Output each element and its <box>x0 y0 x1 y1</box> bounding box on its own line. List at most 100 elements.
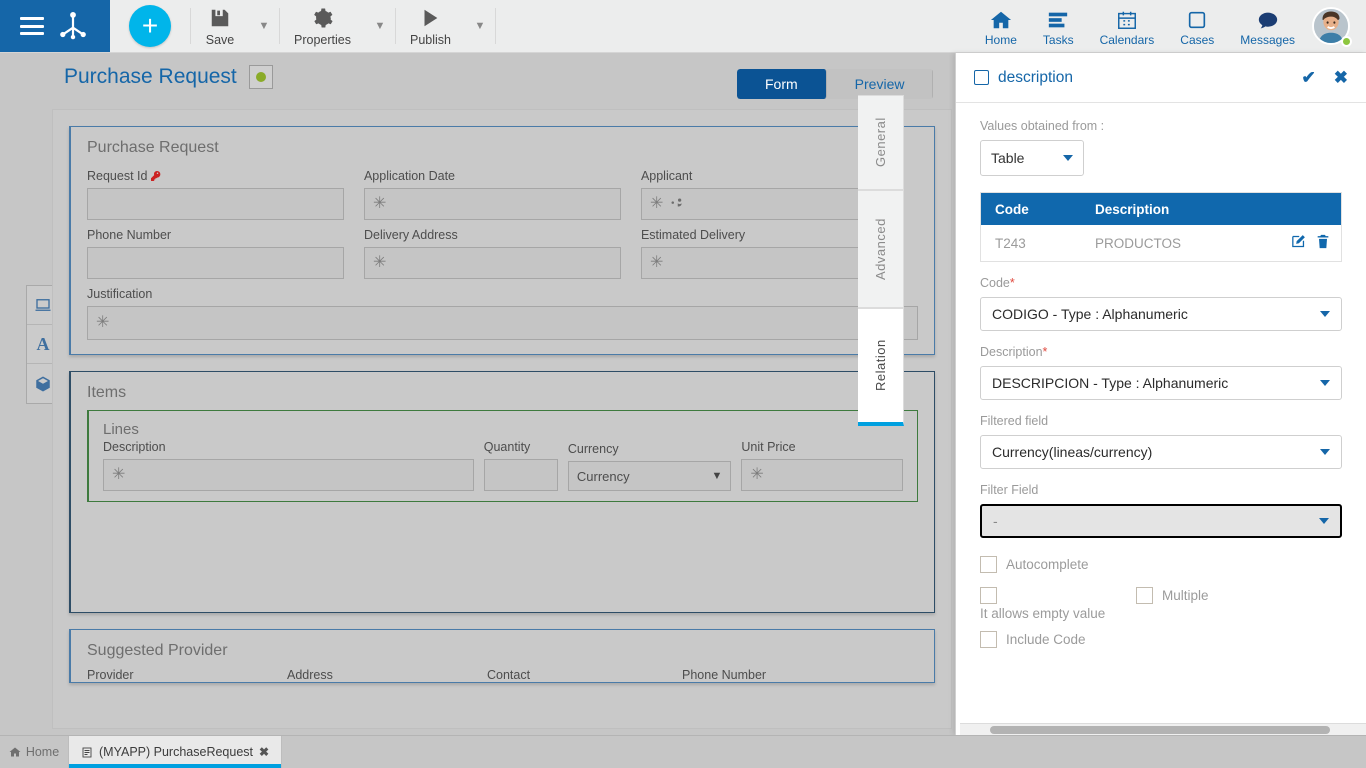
autocomplete-label: Autocomplete <box>1006 557 1089 572</box>
taskbar-home-button[interactable]: Home <box>0 736 68 768</box>
add-new-button[interactable]: + <box>129 5 171 47</box>
top-toolbar: + Save ▼ Properties ▼ Publish ▼ Home Tas… <box>0 0 1366 53</box>
line-label-currency: Currency <box>567 442 619 456</box>
home-icon <box>9 747 21 757</box>
purchase-request-section[interactable]: Purchase Request Request Id Application … <box>69 126 935 355</box>
line-select-currency-value: Currency <box>576 468 630 484</box>
save-button[interactable]: Save <box>191 0 249 52</box>
field-label-filtered-field: Filtered field <box>980 414 1049 428</box>
line-input-unit-price[interactable]: ✳ <box>741 459 903 491</box>
property-vertical-tabs: General Advanced Relation <box>858 95 904 426</box>
nav-item-cases[interactable]: Cases <box>1167 0 1227 52</box>
include-code-checkbox[interactable] <box>980 631 997 648</box>
provider-col-address: Address <box>287 668 333 682</box>
nav-item-messages[interactable]: Messages <box>1227 0 1308 52</box>
table-cell-description: PRODUCTOS <box>1095 235 1182 251</box>
trash-icon[interactable] <box>1315 233 1331 253</box>
nav-item-home[interactable]: Home <box>972 0 1030 52</box>
field-input-application-date[interactable]: ✳ <box>363 188 621 220</box>
provider-col-contact: Contact <box>487 668 531 682</box>
field-label-filter-field: Filter Field <box>980 483 1039 497</box>
panel-horizontal-scrollbar[interactable] <box>960 723 1366 735</box>
field-label-application-date: Application Date <box>363 169 455 183</box>
taskbar-home-label: Home <box>25 745 60 759</box>
field-code: Code* CODIGO - Type : Alphanumeric <box>980 276 1342 331</box>
field-application-date[interactable]: Application Date ✳ <box>363 169 641 220</box>
global-nav: Home Tasks Calendars Cases Messages <box>972 0 1366 52</box>
field-justification[interactable]: Justification ✳ <box>87 287 918 340</box>
properties-button[interactable]: Properties <box>280 0 365 52</box>
allow-empty-checkbox[interactable] <box>980 587 997 604</box>
filtered-field-select[interactable]: Currency(lineas/currency) <box>980 435 1342 469</box>
properties-label: Properties <box>294 32 351 47</box>
line-field-currency[interactable]: Currency Currency ▼ <box>567 442 732 491</box>
nav-item-calendars[interactable]: Calendars <box>1087 0 1168 52</box>
field-input-request-id[interactable] <box>87 188 344 220</box>
asterisk-icon: ✳ <box>750 466 764 483</box>
brand-block <box>0 0 110 52</box>
check-icon[interactable]: ✔ <box>1302 68 1316 88</box>
save-dropdown-chevron-down-icon[interactable]: ▼ <box>249 0 279 52</box>
calendar-icon <box>1115 6 1139 31</box>
close-icon[interactable]: ✖ <box>1334 68 1348 88</box>
code-select[interactable]: CODIGO - Type : Alphanumeric <box>980 297 1342 331</box>
status-badge[interactable] <box>248 65 273 89</box>
field-input-justification[interactable]: ✳ <box>87 306 918 340</box>
play-icon <box>419 6 441 30</box>
nav-item-tasks[interactable]: Tasks <box>1030 0 1087 52</box>
field-request-id[interactable]: Request Id <box>87 169 364 220</box>
multiple-checkbox[interactable] <box>1136 587 1153 604</box>
items-section[interactable]: Items Lines Description ✳ Quantity Curre… <box>69 371 935 613</box>
bottom-taskbar: Home (MYAPP) PurchaseRequest ✖ <box>0 735 1366 768</box>
field-phone-number[interactable]: Phone Number <box>87 228 364 279</box>
publish-button[interactable]: Publish <box>396 0 465 52</box>
status-dot-icon <box>255 72 266 82</box>
table-header-row: Code Description <box>981 193 1341 225</box>
bizagi-logo-icon[interactable] <box>56 9 90 43</box>
items-empty-area <box>71 516 934 612</box>
properties-dropdown-chevron-down-icon[interactable]: ▼ <box>365 0 395 52</box>
line-label-description: Description <box>103 440 166 454</box>
allow-empty-label: It allows empty value <box>980 606 1106 621</box>
line-select-currency[interactable]: Currency ▼ <box>567 461 732 491</box>
vtab-general[interactable]: General <box>858 95 904 190</box>
edit-icon[interactable] <box>1290 233 1307 253</box>
line-input-description[interactable]: ✳ <box>103 459 474 491</box>
line-field-quantity[interactable]: Quantity <box>483 440 558 491</box>
taskbar-tab-label: (MYAPP) PurchaseRequest <box>99 745 253 759</box>
table-row[interactable]: T243 PRODUCTOS <box>981 225 1341 261</box>
person-relation-icon <box>671 198 682 206</box>
field-label-delivery-address: Delivery Address <box>363 228 458 242</box>
filter-field-select[interactable]: - <box>980 504 1342 538</box>
suggested-provider-section[interactable]: Suggested Provider Provider Address Cont… <box>69 629 935 683</box>
tab-form[interactable]: Form <box>737 69 827 99</box>
publish-dropdown-chevron-down-icon[interactable]: ▼ <box>465 0 495 52</box>
field-label-justification: Justification <box>87 287 153 301</box>
panel-title-checkbox[interactable] <box>974 70 989 85</box>
save-label: Save <box>205 32 235 47</box>
save-icon <box>209 6 231 30</box>
asterisk-icon: ✳ <box>372 254 387 271</box>
avatar[interactable] <box>1308 0 1360 52</box>
field-input-phone-number[interactable] <box>87 247 344 279</box>
field-delivery-address[interactable]: Delivery Address ✳ <box>363 228 641 279</box>
vtab-advanced[interactable]: Advanced <box>858 190 904 308</box>
hamburger-icon[interactable] <box>20 17 44 35</box>
line-field-unit-price[interactable]: Unit Price ✳ <box>741 440 903 491</box>
values-obtained-from-select[interactable]: Table <box>980 140 1084 176</box>
vtab-relation[interactable]: Relation <box>858 308 904 426</box>
nav-label-cases: Cases <box>1180 32 1215 47</box>
close-icon[interactable]: ✖ <box>259 745 269 759</box>
field-filter-field: Filter Field - <box>980 483 1342 538</box>
autocomplete-checkbox[interactable] <box>980 556 997 573</box>
description-select[interactable]: DESCRIPCION - Type : Alphanumeric <box>980 366 1342 400</box>
scrollbar-thumb[interactable] <box>990 726 1330 734</box>
table-header-description: Description <box>1095 201 1170 217</box>
line-field-description[interactable]: Description ✳ <box>103 440 474 491</box>
table-row-actions <box>1290 233 1331 253</box>
lines-subsection[interactable]: Lines Description ✳ Quantity Currency Cu… <box>87 410 918 502</box>
line-input-quantity[interactable] <box>483 459 558 491</box>
field-input-delivery-address[interactable]: ✳ <box>363 247 621 279</box>
taskbar-tab-purchaserequest[interactable]: (MYAPP) PurchaseRequest ✖ <box>68 736 283 768</box>
